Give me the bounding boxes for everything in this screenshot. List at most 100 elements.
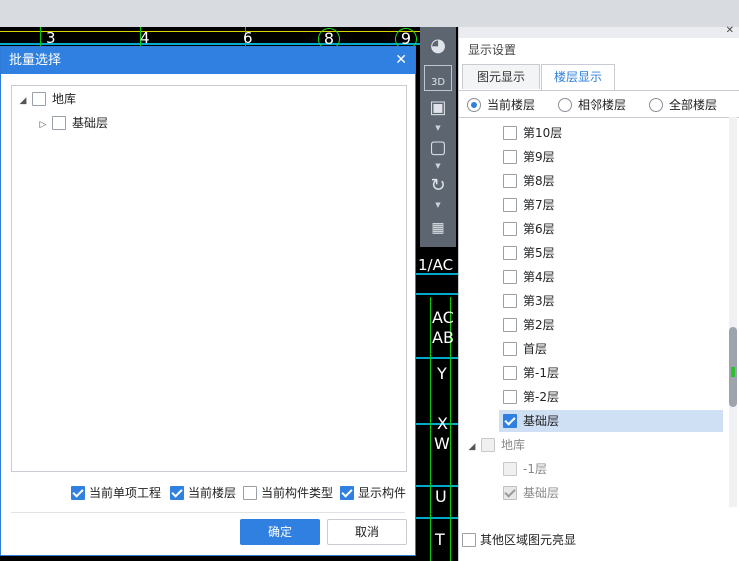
floor-item[interactable]: 首层 (499, 338, 723, 360)
checkbox[interactable] (462, 532, 476, 547)
floor-item[interactable]: 第8层 (499, 170, 723, 192)
floor-item[interactable]: 第-1层 (499, 362, 723, 384)
checkbox[interactable] (503, 341, 517, 356)
option-current-floor[interactable]: 当前楼层 (170, 484, 236, 502)
cad-line (0, 43, 420, 45)
floor-group-label: 地库 (501, 438, 526, 452)
axis-label: 3 (46, 29, 56, 47)
checkbox[interactable] (52, 115, 66, 130)
close-icon[interactable]: ✕ (395, 47, 407, 74)
chevron-down-icon[interactable]: ▼ (434, 202, 442, 209)
floor-item[interactable]: 第10层 (499, 122, 723, 144)
globe-icon[interactable]: ◕ (424, 33, 452, 59)
scrollbar-track[interactable] (729, 117, 737, 507)
floor-item[interactable]: 第5层 (499, 242, 723, 264)
floor-item[interactable]: 第9层 (499, 146, 723, 168)
cube-icon[interactable]: ▢ (424, 135, 452, 161)
option-current-component-type[interactable]: 当前构件类型 (243, 484, 333, 502)
expand-icon[interactable]: ◢ (18, 91, 28, 111)
checkbox[interactable] (503, 413, 517, 428)
cad-line (416, 357, 458, 359)
checkbox[interactable] (503, 221, 517, 236)
floor-item[interactable]: 第6层 (499, 218, 723, 240)
axis-label: 6 (243, 29, 253, 47)
radio-adjacent-floors[interactable]: 相邻楼层 (558, 96, 626, 114)
cad-line (416, 517, 458, 519)
radio-button[interactable] (467, 97, 481, 112)
floor-item[interactable]: 第3层 (499, 290, 723, 312)
checkbox[interactable] (503, 269, 517, 284)
cad-line (430, 297, 431, 561)
tab-floor-display[interactable]: 楼层显示 (541, 64, 615, 90)
checkbox[interactable] (503, 125, 517, 140)
ok-button[interactable]: 确定 (240, 519, 320, 545)
tree-item[interactable]: ▷ 基础层 (38, 113, 108, 133)
floor-item[interactable]: 第2层 (499, 314, 723, 336)
cube-3d-icon[interactable]: 3D (424, 65, 452, 91)
floor-item[interactable]: 第4层 (499, 266, 723, 288)
cad-line (40, 27, 41, 47)
axis-label: W (434, 434, 450, 453)
checkbox[interactable] (170, 485, 184, 500)
checkbox[interactable] (503, 365, 517, 380)
top-toolbar (0, 0, 739, 28)
divider (11, 512, 405, 513)
floor-label: 第6层 (523, 222, 555, 236)
floor-item[interactable]: 第-2层 (499, 386, 723, 408)
checkbox[interactable] (71, 485, 85, 500)
radio-current-floor[interactable]: 当前楼层 (467, 96, 535, 114)
checkbox[interactable] (32, 91, 46, 106)
checkbox (503, 461, 517, 476)
option-show-component[interactable]: 显示构件 (340, 484, 406, 502)
expand-icon[interactable]: ◢ (467, 436, 477, 458)
checkbox[interactable] (503, 317, 517, 332)
radio-all-floors[interactable]: 全部楼层 (649, 96, 717, 114)
axis-label: T (435, 530, 445, 549)
floor-item-selected[interactable]: 基础层 (499, 410, 723, 432)
cancel-button[interactable]: 取消 (327, 519, 407, 545)
checkbox[interactable] (503, 389, 517, 404)
checkbox[interactable] (243, 485, 257, 500)
chevron-down-icon[interactable]: ▼ (434, 163, 442, 170)
floor-group[interactable]: ◢ 地库 (467, 434, 691, 456)
floor-label: 第-2层 (523, 390, 559, 404)
floor-label: 第2层 (523, 318, 555, 332)
rotate-icon[interactable]: ↻ (424, 173, 452, 199)
close-icon[interactable]: ✕ (726, 25, 734, 36)
cad-line (0, 31, 420, 32)
grid-icon[interactable]: ▦ (424, 215, 452, 241)
axis-label: AB (432, 328, 454, 347)
filter-options: 当前单项工程 当前楼层 当前构件类型 显示构件 (71, 484, 411, 502)
tree-item-label: 地库 (52, 92, 77, 106)
checkbox (481, 437, 495, 452)
cad-line (416, 293, 458, 295)
floor-scope-radios: 当前楼层 相邻楼层 全部楼层 (459, 90, 739, 118)
checkbox[interactable] (503, 173, 517, 188)
collapse-icon[interactable]: ▷ (38, 115, 48, 135)
tab-element-display[interactable]: 图元显示 (462, 64, 540, 89)
highlight-other-areas-option[interactable]: 其他区域图元亮显 (462, 531, 576, 549)
floor-label: 第5层 (523, 246, 555, 260)
panel-title: 显示设置 (468, 43, 517, 57)
axis-label: AC (432, 308, 454, 327)
axis-label: 1/AC (418, 256, 454, 274)
floor-label: 第-1层 (523, 366, 559, 380)
checkbox[interactable] (503, 149, 517, 164)
floor-label: 第4层 (523, 270, 555, 284)
option-current-project[interactable]: 当前单项工程 (71, 484, 161, 502)
radio-label: 相邻楼层 (578, 98, 627, 112)
cube-view-icon[interactable]: ▣ (424, 95, 452, 121)
chevron-down-icon[interactable]: ▼ (434, 125, 442, 132)
checkbox (503, 485, 517, 500)
checkbox[interactable] (503, 293, 517, 308)
floor-label: 第3层 (523, 294, 555, 308)
checkbox[interactable] (503, 245, 517, 260)
radio-button[interactable] (558, 97, 572, 112)
radio-label: 全部楼层 (669, 98, 718, 112)
axis-label: Y (437, 364, 447, 383)
checkbox[interactable] (503, 197, 517, 212)
floor-item[interactable]: 第7层 (499, 194, 723, 216)
checkbox[interactable] (340, 485, 354, 500)
tree-item[interactable]: ◢ 地库 (18, 89, 76, 109)
radio-button[interactable] (649, 97, 663, 112)
